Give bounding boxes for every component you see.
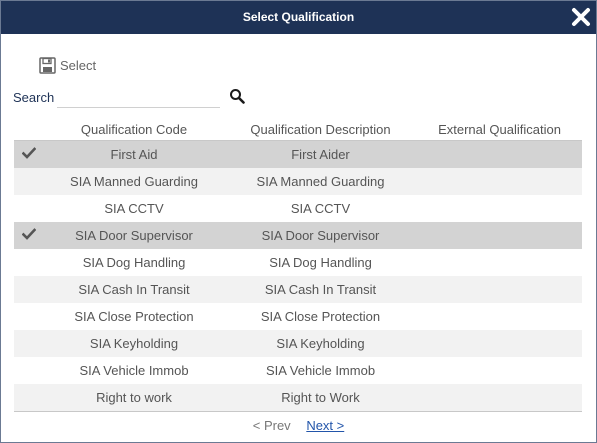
- select-button[interactable]: Select: [39, 56, 96, 74]
- checkmark-icon: [21, 227, 37, 245]
- select-button-label: Select: [60, 57, 97, 73]
- qualification-description-cell: SIA Close Protection: [260, 309, 381, 324]
- dialog-titlebar: Select Qualification: [1, 1, 596, 34]
- table-row[interactable]: SIA Cash In Transit SIA Cash In Transit: [14, 276, 582, 303]
- table-divider: [14, 411, 582, 412]
- table-row[interactable]: SIA Vehicle Immob SIA Vehicle Immob: [14, 357, 582, 384]
- column-header-code[interactable]: Qualification Code: [44, 117, 224, 140]
- next-page-link[interactable]: Next >: [306, 418, 344, 433]
- qualification-code-cell: SIA Door Supervisor: [75, 228, 193, 243]
- prev-page-link[interactable]: < Prev: [253, 418, 291, 433]
- qualification-table: Qualification Code Qualification Descrip…: [14, 117, 582, 412]
- table-row[interactable]: Right to work Right to Work: [14, 384, 582, 411]
- dialog-title: Select Qualification: [242, 10, 355, 24]
- save-icon: [39, 56, 56, 74]
- qualification-description-cell: SIA CCTV: [290, 201, 351, 216]
- row-check-cell[interactable]: [14, 276, 44, 303]
- column-header-description[interactable]: Qualification Description: [224, 117, 417, 140]
- select-qualification-dialog: Select Qualification Select Search Quali…: [0, 0, 597, 443]
- qualification-description-cell: Right to Work: [281, 390, 360, 405]
- qualification-code-cell: First Aid: [110, 147, 158, 162]
- row-check-cell[interactable]: [14, 168, 44, 195]
- qualification-code-cell: Right to work: [96, 390, 172, 405]
- row-check-cell[interactable]: [14, 249, 44, 276]
- qualification-code-cell: SIA Cash In Transit: [78, 282, 190, 297]
- search-input[interactable]: [57, 86, 220, 108]
- qualification-description-cell: SIA Cash In Transit: [264, 282, 377, 297]
- qualification-code-cell: SIA Manned Guarding: [70, 174, 198, 189]
- row-check-cell[interactable]: [14, 222, 44, 249]
- row-check-cell[interactable]: [14, 357, 44, 384]
- qualification-code-cell: SIA CCTV: [104, 201, 164, 216]
- qualification-description-cell: SIA Keyholding: [276, 336, 365, 351]
- qualification-description-cell: SIA Vehicle Immob: [265, 363, 376, 378]
- qualification-description-cell: SIA Door Supervisor: [261, 228, 380, 243]
- table-header: Qualification Code Qualification Descrip…: [14, 117, 582, 141]
- table-row[interactable]: SIA Door Supervisor SIA Door Supervisor: [14, 222, 582, 249]
- qualification-description-cell: SIA Manned Guarding: [256, 174, 385, 189]
- search-icon[interactable]: [229, 88, 245, 104]
- table-row[interactable]: SIA Dog Handling SIA Dog Handling: [14, 249, 582, 276]
- qualification-code-cell: SIA Dog Handling: [82, 255, 186, 270]
- qualification-code-cell: SIA Vehicle Immob: [79, 363, 189, 378]
- table-row[interactable]: SIA Manned Guarding SIA Manned Guarding: [14, 168, 582, 195]
- table-row[interactable]: SIA Close Protection SIA Close Protection: [14, 303, 582, 330]
- pager: < Prev Next >: [1, 418, 596, 433]
- table-row[interactable]: SIA Keyholding SIA Keyholding: [14, 330, 582, 357]
- qualification-description-cell: First Aider: [291, 147, 350, 162]
- checkmark-icon: [21, 146, 37, 164]
- row-check-cell[interactable]: [14, 141, 44, 168]
- column-header-check: [14, 117, 44, 140]
- row-check-cell[interactable]: [14, 384, 44, 411]
- row-check-cell[interactable]: [14, 303, 44, 330]
- table-row[interactable]: First Aid First Aider: [14, 141, 582, 168]
- table-row[interactable]: SIA CCTV SIA CCTV: [14, 195, 582, 222]
- search-label: Search: [13, 90, 55, 105]
- row-check-cell[interactable]: [14, 195, 44, 222]
- qualification-code-cell: SIA Keyholding: [89, 336, 179, 351]
- row-check-cell[interactable]: [14, 330, 44, 357]
- qualification-code-cell: SIA Close Protection: [74, 309, 194, 324]
- column-header-external[interactable]: External Qualification: [417, 117, 582, 140]
- qualification-description-cell: SIA Dog Handling: [269, 255, 372, 270]
- table-body: First Aid First Aider SIA Manned Guarding S…: [14, 141, 582, 411]
- close-icon[interactable]: [570, 6, 592, 28]
